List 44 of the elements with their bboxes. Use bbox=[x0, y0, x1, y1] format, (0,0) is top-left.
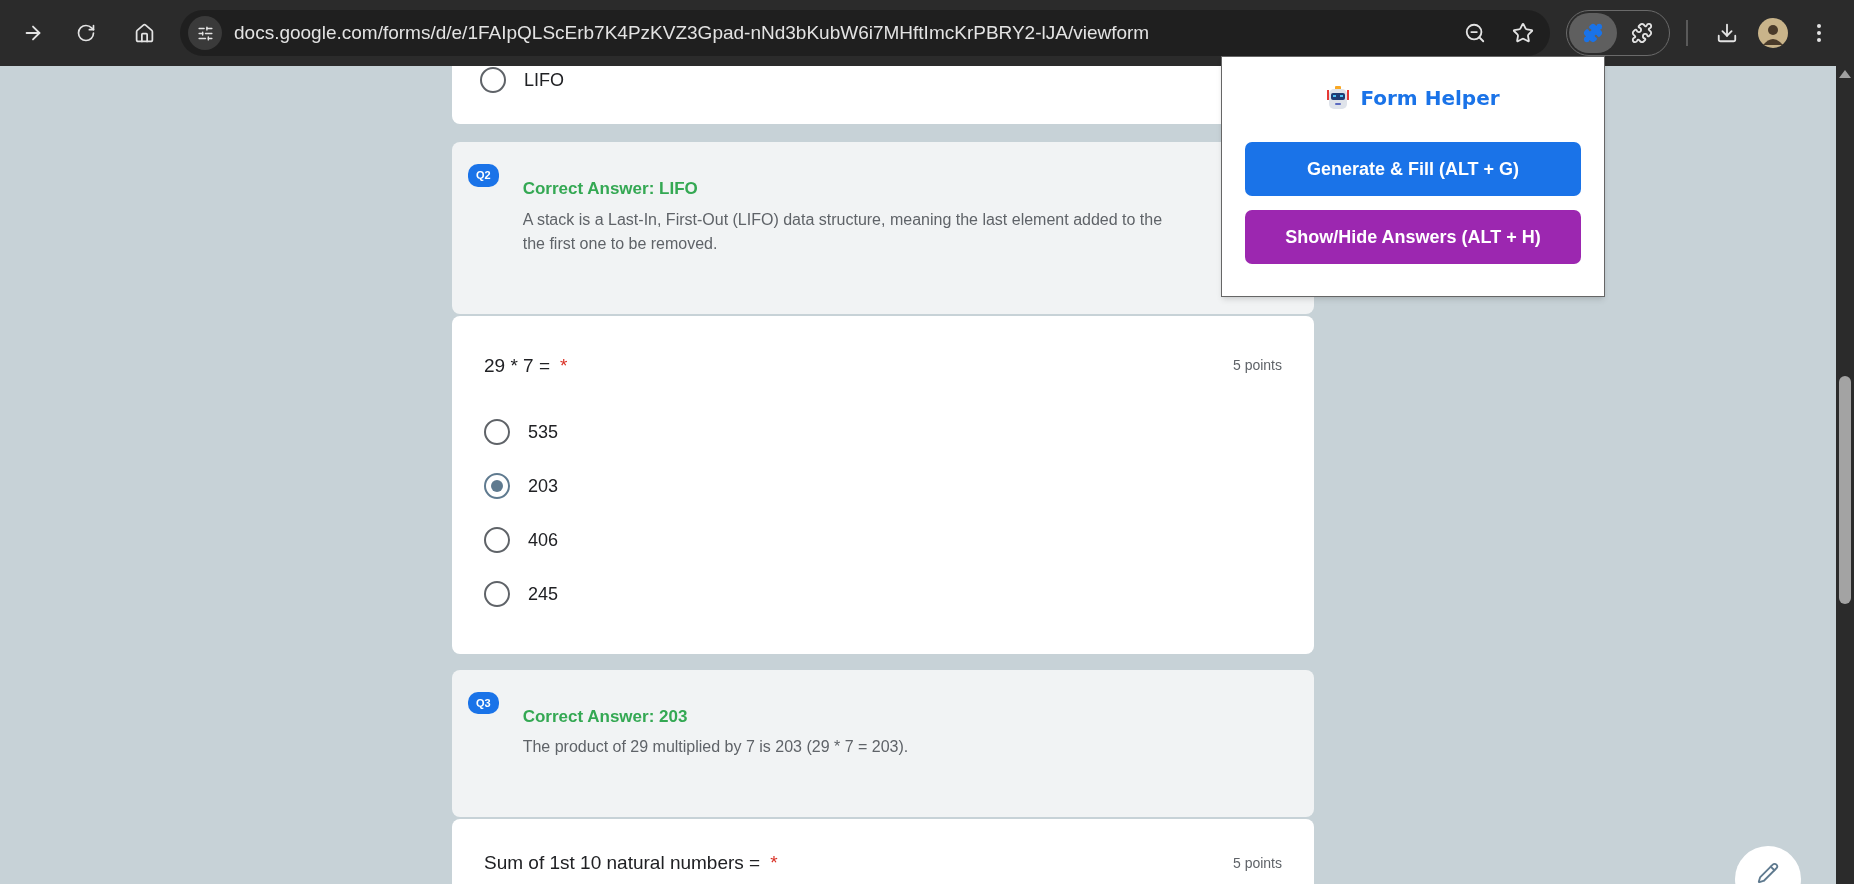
correct-answer: Correct Answer: 203 bbox=[522, 705, 689, 728]
required-mark: * bbox=[560, 353, 568, 378]
question-title: Sum of 1st 10 natural numbers = bbox=[484, 851, 761, 875]
radio-button[interactable] bbox=[484, 527, 510, 553]
radio-button[interactable] bbox=[484, 581, 510, 607]
address-bar[interactable]: docs.google.com/forms/d/e/1FAIpQLScErb7K4PzKVZ3Gpad-nNd3bKubW6i7MHftImcKrPBRY2-lJA/viewform bbox=[180, 10, 1550, 56]
question-badge: Q3 bbox=[468, 691, 499, 714]
explanation-text: A stack is a Last-In, First-Out (LIFO) data structure, meaning the last element added to the bbox=[522, 209, 1163, 230]
correct-answer: Correct Answer: LIFO bbox=[522, 178, 699, 200]
pencil-icon bbox=[1757, 862, 1779, 884]
popup-action-button[interactable]: Show/Hide Answers (ALT + H) bbox=[1245, 210, 1581, 264]
radio-button[interactable] bbox=[480, 67, 506, 93]
explanation-text: The product of 29 multiplied by 7 is 203 (29 * 7 = 203). bbox=[522, 737, 909, 757]
option-label: 203 bbox=[528, 474, 559, 498]
form-helper-extension-button[interactable] bbox=[1569, 13, 1617, 53]
option-label: LIFO bbox=[524, 68, 564, 92]
scrollbar-thumb[interactable] bbox=[1839, 376, 1851, 604]
zoom-out-icon[interactable] bbox=[1464, 22, 1486, 44]
option-label: 245 bbox=[528, 582, 559, 606]
download-icon bbox=[1716, 22, 1738, 44]
radio-button[interactable] bbox=[484, 473, 510, 499]
menu-icon bbox=[1817, 24, 1821, 42]
avatar[interactable] bbox=[1758, 18, 1788, 48]
question-badge: Q2 bbox=[468, 164, 499, 187]
popup-title: Form Helper bbox=[1360, 85, 1500, 112]
home-icon bbox=[133, 22, 155, 44]
points-label: 5 points bbox=[1232, 853, 1282, 873]
scrollbar[interactable] bbox=[1836, 66, 1854, 884]
popup-action-button[interactable]: Generate & Fill (ALT + G) bbox=[1245, 142, 1581, 196]
bookmark-star-icon[interactable] bbox=[1512, 22, 1534, 44]
option-label: 535 bbox=[528, 420, 559, 444]
radio-button[interactable] bbox=[484, 419, 510, 445]
points-label: 5 points bbox=[1232, 356, 1282, 376]
explanation-text: the first one to be removed. bbox=[522, 233, 719, 254]
puzzle-piece-icon bbox=[1583, 23, 1603, 43]
extensions-icon[interactable] bbox=[1631, 22, 1653, 44]
scroll-up-icon[interactable] bbox=[1839, 70, 1851, 78]
robot-icon bbox=[1326, 85, 1351, 111]
site-settings-icon[interactable] bbox=[188, 16, 222, 50]
url-text: docs.google.com/forms/d/e/1FAIpQLScErb7K4PzKVZ3Gpad-nNd3bKubW6i7MHftImcKrPBRY2-lJA/viewform bbox=[234, 20, 1150, 45]
question-title: 29 * 7 = bbox=[484, 353, 551, 378]
required-mark: * bbox=[770, 851, 778, 875]
option-label: 406 bbox=[528, 528, 559, 552]
reload-icon bbox=[76, 23, 96, 43]
